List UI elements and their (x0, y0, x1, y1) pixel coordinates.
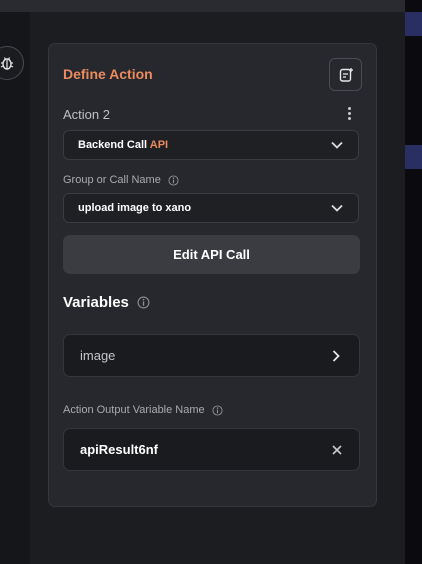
action-label: Action 2 (63, 107, 110, 122)
left-pane (0, 12, 30, 564)
output-field-label-text: Action Output Variable Name (63, 404, 205, 416)
group-field-label: Group or Call Name (63, 174, 179, 186)
define-action-card: Define Action Action 2 Backend Call API … (48, 43, 377, 507)
variable-item-label: image (80, 348, 116, 363)
info-icon (137, 296, 150, 309)
variables-heading: Variables (63, 294, 150, 311)
right-pane-highlight (405, 12, 422, 36)
close-icon[interactable] (331, 444, 343, 456)
add-note-button[interactable] (329, 58, 362, 91)
call-type-accent: API (149, 139, 169, 151)
chevron-down-icon (331, 204, 343, 212)
variables-heading-text: Variables (63, 294, 129, 311)
kebab-menu-icon[interactable] (345, 107, 353, 121)
call-type-value: Backend Call API (78, 139, 330, 151)
chevron-down-icon (331, 141, 343, 149)
chevron-right-icon (332, 349, 340, 362)
right-pane-highlight (405, 145, 422, 169)
group-call-value: upload image to xano (78, 202, 192, 214)
bug-icon (0, 57, 14, 70)
call-type-prefix: Backend Call (78, 139, 148, 151)
output-variable-field[interactable]: apiResult6nf (63, 428, 360, 471)
right-pane (405, 0, 422, 564)
info-icon (212, 404, 223, 416)
output-variable-value: apiResult6nf (80, 442, 159, 457)
add-note-icon (339, 67, 353, 82)
group-call-select[interactable]: upload image to xano (63, 193, 359, 223)
output-field-label: Action Output Variable Name (63, 404, 223, 416)
top-strip (0, 0, 422, 12)
info-icon (168, 174, 179, 186)
card-title: Define Action (63, 66, 153, 82)
variable-item-image[interactable]: image (63, 334, 360, 377)
edit-api-call-button[interactable]: Edit API Call (63, 235, 360, 274)
call-type-select[interactable]: Backend Call API (63, 130, 359, 160)
group-field-label-text: Group or Call Name (63, 174, 161, 186)
